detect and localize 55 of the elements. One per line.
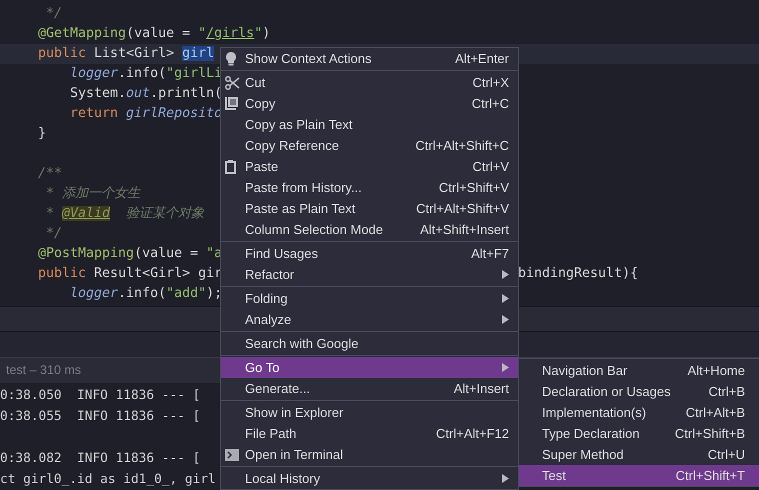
- menu-item[interactable]: Paste as Plain Text Ctrl+Alt+Shift+V: [221, 198, 518, 219]
- code-line: */: [45, 225, 62, 243]
- code-line: System.out.println(: [69, 85, 222, 103]
- menu-item[interactable]: Open in Terminal: [221, 444, 518, 465]
- code-line: * 添加一个女生: [45, 185, 140, 203]
- menu-item[interactable]: File Path Ctrl+Alt+F12: [221, 423, 518, 444]
- submenu-arrow-icon: [502, 294, 509, 303]
- menu-item[interactable]: Generate... Alt+Insert: [221, 378, 518, 399]
- code-line: return girlReposito: [69, 105, 222, 123]
- code-line: @GetMapping(value = "/girls"): [38, 25, 270, 43]
- menu-item[interactable]: Declaration or Usages Ctrl+B: [519, 381, 759, 402]
- code-line: }: [38, 125, 46, 143]
- menu-item[interactable]: Analyze: [221, 309, 518, 330]
- submenu-arrow-icon: [502, 474, 509, 483]
- submenu-arrow-icon: [502, 270, 509, 279]
- submenu-arrow-icon: [502, 363, 509, 372]
- code-line: bindingResult){: [518, 265, 638, 283]
- code-line: logger.info("add");: [69, 285, 222, 303]
- menu-item[interactable]: Cut Ctrl+X: [221, 72, 518, 93]
- code-line: public Result<Girl> gir: [38, 265, 222, 283]
- menu-item[interactable]: Paste from History... Ctrl+Shift+V: [221, 177, 518, 198]
- menu-item[interactable]: Copy Ctrl+C: [221, 93, 518, 114]
- menu-item[interactable]: Find Usages Alt+F7: [221, 243, 518, 264]
- menu-item[interactable]: Copy as Plain Text: [221, 114, 518, 135]
- code-line: * @Valid 验证某个对象: [45, 205, 204, 223]
- menu-item[interactable]: Paste Ctrl+V: [221, 156, 518, 177]
- terminal-icon: [225, 448, 239, 460]
- menu-item[interactable]: Search with Google: [221, 333, 518, 354]
- copy-icon: [225, 97, 238, 110]
- console-line: 0:38.055 INFO 11836 --- [: [0, 408, 200, 426]
- menu-item[interactable]: Type Declaration Ctrl+Shift+B: [519, 423, 759, 444]
- menu-item[interactable]: Show in Explorer: [221, 402, 518, 423]
- console-line: 0:38.050 INFO 11836 --- [: [0, 387, 200, 406]
- scissors-icon: [225, 76, 240, 90]
- menu-item[interactable]: Test Ctrl+Shift+T: [519, 465, 759, 486]
- code-line: /**: [38, 165, 62, 183]
- menu-item[interactable]: Show Context Actions Alt+Enter: [221, 48, 518, 69]
- menu-item[interactable]: Local History: [221, 468, 518, 489]
- menu-item[interactable]: Navigation Bar Alt+Home: [519, 360, 759, 381]
- clipboard-icon: [225, 160, 236, 174]
- console-line: 0:38.082 INFO 11836 --- [: [0, 450, 200, 468]
- run-title: test – 310 ms: [6, 363, 82, 378]
- code-line: logger.info("girlLi: [69, 65, 222, 83]
- console-line: ct girl0_.id as id1_0_, girl: [0, 471, 216, 490]
- menu-item[interactable]: Implementation(s) Ctrl+Alt+B: [519, 402, 759, 423]
- submenu-arrow-icon: [502, 315, 509, 324]
- menu-item[interactable]: Folding: [221, 288, 518, 309]
- code-line: public List<Girl> girl: [38, 45, 214, 63]
- code-line: */: [45, 5, 62, 23]
- menu-item[interactable]: Column Selection Mode Alt+Shift+Insert: [221, 219, 518, 240]
- menu-item[interactable]: Copy Reference Ctrl+Alt+Shift+C: [221, 135, 518, 156]
- menu-item[interactable]: Go To: [221, 357, 518, 378]
- menu-item[interactable]: Super Method Ctrl+U: [519, 444, 759, 465]
- menu-item[interactable]: Refactor: [221, 264, 518, 285]
- lightbulb-icon: [225, 51, 237, 66]
